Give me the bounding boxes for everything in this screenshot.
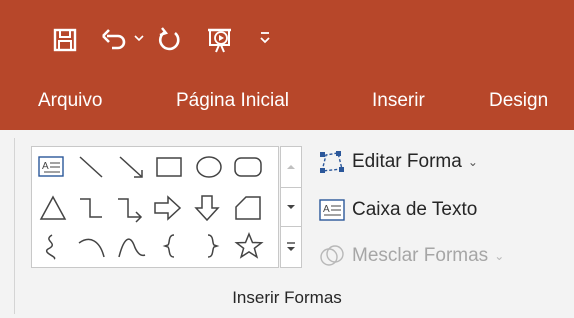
gallery-more-button[interactable] bbox=[281, 227, 301, 267]
customize-qat-icon[interactable] bbox=[258, 30, 272, 58]
left-brace-shape[interactable] bbox=[156, 231, 184, 261]
title-bar: Arquivo Página Inicial Inserir Design bbox=[0, 0, 574, 130]
chevron-down-icon: ⌄ bbox=[494, 249, 505, 263]
group-label: Inserir Formas bbox=[232, 288, 342, 307]
svg-text:A: A bbox=[42, 161, 49, 172]
line-shape[interactable] bbox=[76, 153, 106, 181]
edit-shape-icon bbox=[318, 149, 346, 175]
arrow-line-shape[interactable] bbox=[116, 153, 146, 181]
tab-arquivo[interactable]: Arquivo bbox=[38, 90, 102, 112]
merge-shapes-icon bbox=[318, 243, 346, 269]
elbow-arrow-connector-shape[interactable] bbox=[114, 193, 146, 223]
ribbon-tabs: Arquivo Página Inicial Inserir Design bbox=[0, 86, 574, 122]
gallery-scroll-down-button[interactable] bbox=[281, 187, 301, 227]
edit-shape-label: Editar Forma bbox=[352, 151, 462, 172]
right-brace-shape[interactable] bbox=[198, 231, 226, 261]
rounded-rectangle-shape[interactable] bbox=[232, 153, 264, 181]
folded-corner-shape[interactable] bbox=[232, 193, 264, 223]
right-arrow-shape[interactable] bbox=[152, 193, 184, 223]
text-box-icon: A bbox=[318, 197, 346, 223]
text-box-button[interactable]: A Caixa de Texto bbox=[318, 196, 477, 224]
rectangle-shape[interactable] bbox=[154, 153, 184, 181]
merge-shapes-button[interactable]: Mesclar Formas ⌄ bbox=[318, 242, 504, 270]
triangle-shape[interactable] bbox=[38, 193, 68, 223]
save-icon[interactable] bbox=[52, 26, 78, 54]
text-box-shape[interactable]: A bbox=[36, 153, 66, 181]
presentation-from-start-icon[interactable] bbox=[205, 26, 235, 54]
powerpoint-window: Arquivo Página Inicial Inserir Design A bbox=[0, 0, 574, 318]
down-arrow-shape[interactable] bbox=[192, 193, 222, 223]
elbow-connector-shape[interactable] bbox=[76, 193, 106, 223]
curve-shape[interactable] bbox=[116, 231, 148, 261]
chevron-down-icon: ⌄ bbox=[467, 155, 478, 169]
star-shape[interactable] bbox=[234, 231, 264, 261]
gallery-scroll-up-button[interactable] bbox=[281, 147, 301, 187]
tab-inserir[interactable]: Inserir bbox=[372, 90, 425, 112]
arc-shape[interactable] bbox=[76, 231, 108, 261]
undo-dropdown-icon[interactable] bbox=[133, 32, 145, 60]
merge-shapes-label: Mesclar Formas bbox=[352, 245, 489, 266]
freeform-curve-shape[interactable] bbox=[38, 231, 68, 261]
shapes-gallery: A bbox=[31, 146, 279, 268]
gallery-scrollbar bbox=[280, 146, 302, 268]
svg-text:A: A bbox=[323, 204, 330, 215]
redo-icon[interactable] bbox=[156, 26, 184, 54]
tab-design[interactable]: Design bbox=[489, 90, 548, 112]
undo-icon[interactable] bbox=[101, 26, 129, 54]
tab-pagina-inicial[interactable]: Página Inicial bbox=[176, 90, 289, 112]
edit-shape-button[interactable]: Editar Forma ⌄ bbox=[318, 148, 478, 176]
oval-shape[interactable] bbox=[194, 153, 224, 181]
text-box-label: Caixa de Texto bbox=[352, 199, 478, 220]
